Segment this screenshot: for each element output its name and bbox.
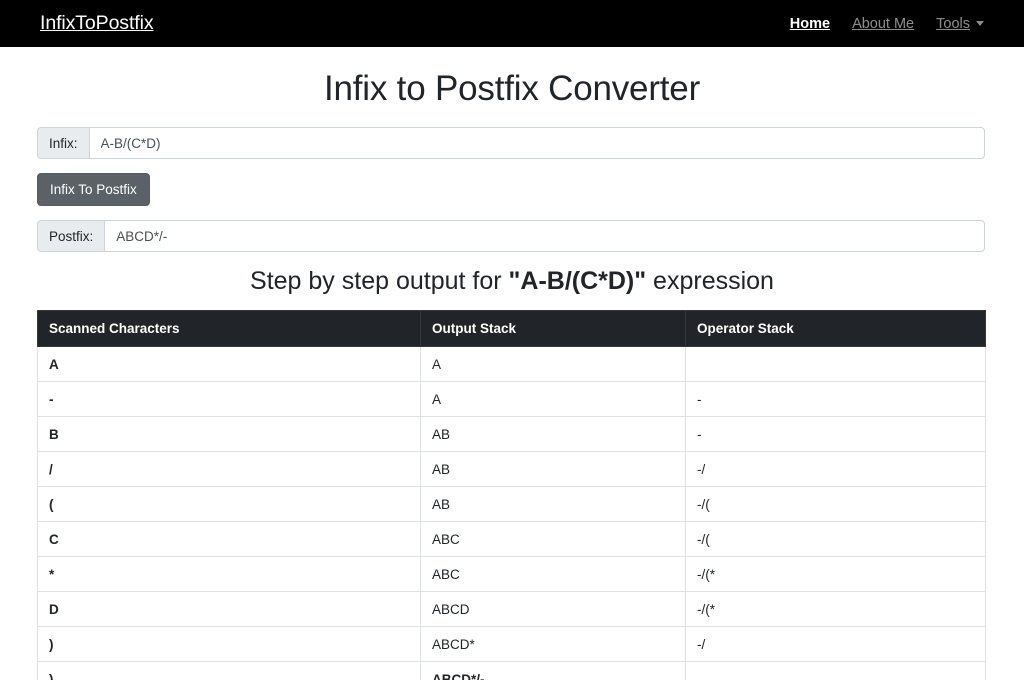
cell-operator-stack <box>685 661 986 680</box>
chevron-down-icon <box>976 21 984 26</box>
column-header-scanned-characters: Scanned Characters <box>37 310 421 347</box>
cell-output-stack: AB <box>420 486 686 522</box>
cell-scanned-character: A <box>37 346 421 382</box>
nav-link-about-me[interactable]: About Me <box>852 16 914 32</box>
table-row: -A- <box>37 381 986 417</box>
step-title-suffix: expression <box>646 267 774 295</box>
infix-input[interactable] <box>88 127 985 159</box>
table-row: D ABCD -/(* <box>37 591 986 627</box>
cell-scanned-character: C <box>37 521 421 557</box>
cell-output-stack: A <box>420 346 686 382</box>
main-container: Infix to Postfix Converter Infix: Infix … <box>37 69 987 680</box>
table-row: ) ABCD* -/ <box>37 626 986 662</box>
cell-scanned-character: - <box>37 381 421 417</box>
cell-operator-stack: -/ <box>685 451 986 487</box>
cell-operator-stack <box>685 346 986 382</box>
steps-table: Scanned Characters Output Stack Operator… <box>37 310 986 680</box>
table-row: / AB -/ <box>37 451 986 487</box>
cell-scanned-character: ) <box>37 626 421 662</box>
cell-scanned-character: / <box>37 451 421 487</box>
step-title-expression: "A-B/(C*D)" <box>508 267 647 295</box>
table-row: ) ABCD*/- <box>37 661 986 680</box>
cell-output-stack: ABCD <box>420 591 686 627</box>
step-by-step-title: Step by step output for "A-B/(C*D)" expr… <box>37 267 987 296</box>
cell-scanned-character: ) <box>37 661 421 680</box>
cell-operator-stack: -/( <box>685 486 986 522</box>
cell-output-stack: ABCD*/- <box>420 661 686 680</box>
nav-link-tools[interactable]: Tools <box>936 16 984 32</box>
table-row: * ABC -/(* <box>37 556 986 592</box>
cell-scanned-character: B <box>37 416 421 452</box>
cell-operator-stack: -/(* <box>685 591 986 627</box>
cell-scanned-character: * <box>37 556 421 592</box>
convert-button[interactable]: Infix To Postfix <box>37 173 150 206</box>
infix-input-group: Infix: <box>37 127 985 159</box>
cell-operator-stack: -/(* <box>685 556 986 592</box>
step-title-prefix: Step by step output for <box>250 267 509 295</box>
cell-output-stack: ABC <box>420 521 686 557</box>
cell-output-stack: AB <box>420 416 686 452</box>
navbar-links: Home About Me Tools <box>790 16 1002 32</box>
top-navbar: InfixToPostfix Home About Me Tools <box>0 0 1024 47</box>
table-header-row: Scanned Characters Output Stack Operator… <box>37 310 986 347</box>
cell-output-stack: ABC <box>420 556 686 592</box>
postfix-output[interactable] <box>104 220 985 252</box>
cell-operator-stack: -/ <box>685 626 986 662</box>
column-header-operator-stack: Operator Stack <box>685 310 986 347</box>
table-row: B AB - <box>37 416 986 452</box>
table-row: AA <box>37 346 986 382</box>
cell-output-stack: ABCD* <box>420 626 686 662</box>
table-row: C ABC -/( <box>37 521 986 557</box>
cell-operator-stack: -/( <box>685 521 986 557</box>
postfix-input-group: Postfix: <box>37 220 985 252</box>
cell-scanned-character: D <box>37 591 421 627</box>
column-header-output-stack: Output Stack <box>420 310 686 347</box>
cell-operator-stack: - <box>685 416 986 452</box>
navbar-brand[interactable]: InfixToPostfix <box>40 12 154 35</box>
page-title: Infix to Postfix Converter <box>323 69 701 108</box>
infix-label: Infix: <box>37 127 89 159</box>
nav-link-home[interactable]: Home <box>790 16 830 32</box>
nav-link-tools-label: Tools <box>936 15 970 32</box>
steps-table-head: Scanned Characters Output Stack Operator… <box>37 310 986 347</box>
postfix-label: Postfix: <box>37 220 105 252</box>
table-row: (AB -/( <box>37 486 986 522</box>
cell-scanned-character: ( <box>37 486 421 522</box>
steps-table-body: A A - A - B AB - / AB -/(AB -/(C ABC -/(* ABC -/(* D ABCD… <box>37 346 986 680</box>
cell-output-stack: A <box>420 381 686 417</box>
cell-operator-stack: - <box>685 381 986 417</box>
cell-output-stack: AB <box>420 451 686 487</box>
